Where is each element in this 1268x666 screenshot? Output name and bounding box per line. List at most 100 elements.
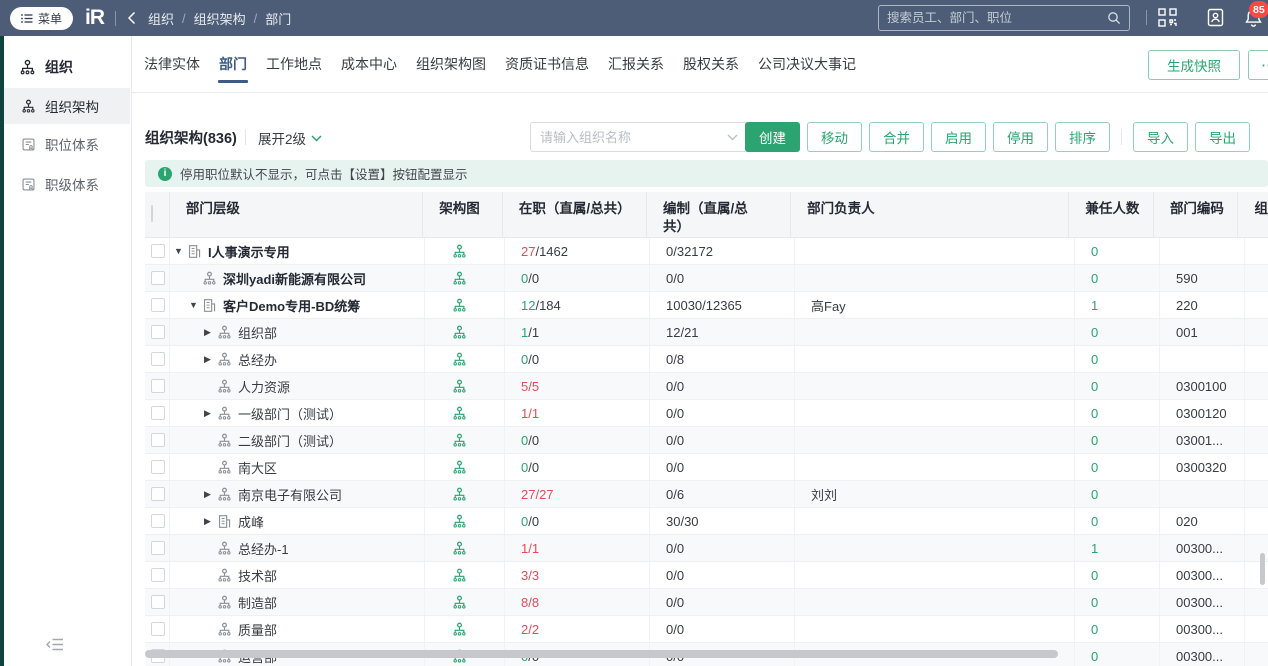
vertical-scrollbar[interactable] — [1260, 553, 1265, 585]
table-row[interactable]: 南大区 0/0 0/0 0 0300320 — [145, 454, 1268, 481]
table-row[interactable]: 制造部 8/8 0/0 0 00300... — [145, 589, 1268, 616]
department-name[interactable]: 制造部 — [238, 593, 277, 612]
department-name[interactable]: 二级部门（测试） — [238, 431, 342, 450]
table-row[interactable]: ▼ I人事演示专用 27/1462 0/32172 0 — [145, 238, 1268, 265]
row-checkbox[interactable] — [151, 595, 165, 609]
department-name[interactable]: 总经办 — [238, 350, 277, 369]
org-chart-icon[interactable] — [452, 514, 467, 529]
tab-3[interactable]: 成本中心 — [341, 36, 397, 93]
org-chart-icon[interactable] — [452, 433, 467, 448]
org-chart-icon[interactable] — [452, 568, 467, 583]
org-chart-icon[interactable] — [452, 487, 467, 502]
generate-snapshot-button[interactable]: 生成快照 — [1148, 50, 1240, 80]
org-chart-icon[interactable] — [452, 622, 467, 637]
table-row[interactable]: ▶ 南京电子有限公司 27/27 0/6 刘刘 0 — [145, 481, 1268, 508]
sidebar-module-title[interactable]: 组织 — [4, 50, 130, 84]
move-button[interactable]: 移动 — [807, 122, 862, 152]
department-name[interactable]: 南京电子有限公司 — [238, 485, 342, 504]
org-name-search-input[interactable] — [540, 129, 727, 145]
row-checkbox[interactable] — [151, 352, 165, 366]
tree-caret-icon[interactable]: ▶ — [204, 516, 217, 527]
tab-5[interactable]: 资质证书信息 — [505, 36, 589, 93]
tab-7[interactable]: 股权关系 — [683, 36, 739, 93]
department-name[interactable]: 一级部门（测试） — [238, 404, 342, 423]
row-checkbox[interactable] — [151, 568, 165, 582]
import-button[interactable]: 导入 — [1133, 122, 1188, 152]
row-checkbox[interactable] — [151, 622, 165, 636]
tab-6[interactable]: 汇报关系 — [608, 36, 664, 93]
row-checkbox[interactable] — [151, 541, 165, 555]
org-chart-icon[interactable] — [452, 325, 467, 340]
row-checkbox[interactable] — [151, 460, 165, 474]
org-chart-icon[interactable] — [452, 271, 467, 286]
org-chart-icon[interactable] — [452, 460, 467, 475]
row-checkbox[interactable] — [151, 325, 165, 339]
collapse-sidebar-icon[interactable] — [46, 638, 64, 656]
back-chevron-icon[interactable] — [127, 11, 136, 25]
select-all-checkbox[interactable] — [151, 205, 153, 222]
enable-button[interactable]: 启用 — [931, 122, 986, 152]
org-chart-icon[interactable] — [452, 244, 467, 259]
sidebar-item-position-doc[interactable]: 职位体系 — [4, 126, 130, 162]
row-checkbox[interactable] — [151, 433, 165, 447]
sidebar-item-rank-doc[interactable]: 职级体系 — [4, 166, 130, 202]
expand-level-dropdown[interactable]: 展开2级 — [258, 128, 322, 148]
org-chart-icon[interactable] — [452, 406, 467, 421]
department-name[interactable]: 成峰 — [238, 512, 264, 531]
org-chart-icon[interactable] — [452, 379, 467, 394]
contacts-icon[interactable] — [1206, 8, 1225, 32]
org-chart-icon[interactable] — [452, 352, 467, 367]
table-row[interactable]: ▶ 总经办 0/0 0/8 0 — [145, 346, 1268, 373]
menu-button[interactable]: 菜单 — [10, 6, 74, 30]
breadcrumb-item[interactable]: 组织架构 — [194, 9, 246, 28]
row-checkbox[interactable] — [151, 406, 165, 420]
department-name[interactable]: I人事演示专用 — [208, 242, 290, 261]
tab-4[interactable]: 组织架构图 — [416, 36, 486, 93]
tree-caret-icon[interactable]: ▼ — [189, 300, 202, 310]
row-checkbox[interactable] — [151, 298, 165, 312]
table-row[interactable]: 二级部门（测试） 0/0 0/0 0 03001... — [145, 427, 1268, 454]
breadcrumb-item[interactable]: 部门 — [265, 9, 291, 28]
tree-caret-icon[interactable]: ▶ — [204, 327, 217, 338]
row-checkbox[interactable] — [151, 379, 165, 393]
tree-caret-icon[interactable]: ▼ — [174, 246, 187, 256]
table-row[interactable]: 技术部 3/3 0/0 0 00300... — [145, 562, 1268, 589]
more-actions-button[interactable]: ⋯ — [1248, 50, 1268, 80]
row-checkbox[interactable] — [151, 244, 165, 258]
sidebar-item-org-structure[interactable]: 组织架构 — [4, 88, 130, 124]
table-row[interactable]: 深圳yadi新能源有限公司 0/0 0/0 0 590 — [145, 265, 1268, 292]
create-button[interactable]: 创建 — [745, 122, 800, 152]
row-checkbox[interactable] — [151, 514, 165, 528]
global-search[interactable] — [878, 5, 1130, 31]
merge-button[interactable]: 合并 — [869, 122, 924, 152]
department-name[interactable]: 南大区 — [238, 458, 277, 477]
department-name[interactable]: 人力资源 — [238, 377, 290, 396]
table-row[interactable]: 质量部 2/2 0/0 0 00300... — [145, 616, 1268, 643]
row-checkbox[interactable] — [151, 271, 165, 285]
table-row[interactable]: ▶ 成峰 0/0 30/30 0 020 — [145, 508, 1268, 535]
export-button[interactable]: 导出 — [1195, 122, 1250, 152]
qr-code-icon[interactable] — [1158, 8, 1177, 32]
table-row[interactable]: ▶ 组织部 1/1 12/21 0 001 — [145, 319, 1268, 346]
table-row[interactable]: ▼ 客户Demo专用-BD统筹 12/184 10030/12365 高Fay 1 220 — [145, 292, 1268, 319]
disable-button[interactable]: 停用 — [993, 122, 1048, 152]
table-row[interactable]: 总经办-1 1/1 0/0 1 00300... — [145, 535, 1268, 562]
row-checkbox[interactable] — [151, 487, 165, 501]
tab-1[interactable]: 部门 — [218, 36, 248, 93]
tree-caret-icon[interactable]: ▶ — [204, 408, 217, 419]
org-name-search[interactable] — [530, 122, 748, 152]
department-name[interactable]: 组织部 — [238, 323, 277, 342]
department-name[interactable]: 总经办-1 — [238, 539, 289, 558]
tab-8[interactable]: 公司决议大事记 — [758, 36, 856, 93]
tab-2[interactable]: 工作地点 — [266, 36, 322, 93]
department-name[interactable]: 客户Demo专用-BD统筹 — [223, 296, 360, 315]
tab-0[interactable]: 法律实体 — [144, 36, 200, 93]
global-search-input[interactable] — [887, 11, 1107, 25]
tree-caret-icon[interactable]: ▶ — [204, 489, 217, 500]
department-name[interactable]: 技术部 — [238, 566, 277, 585]
sort-button[interactable]: 排序 — [1055, 122, 1110, 152]
org-chart-icon[interactable] — [452, 541, 467, 556]
department-name[interactable]: 深圳yadi新能源有限公司 — [223, 269, 366, 288]
horizontal-scrollbar[interactable] — [145, 650, 1058, 658]
department-name[interactable]: 质量部 — [238, 620, 277, 639]
